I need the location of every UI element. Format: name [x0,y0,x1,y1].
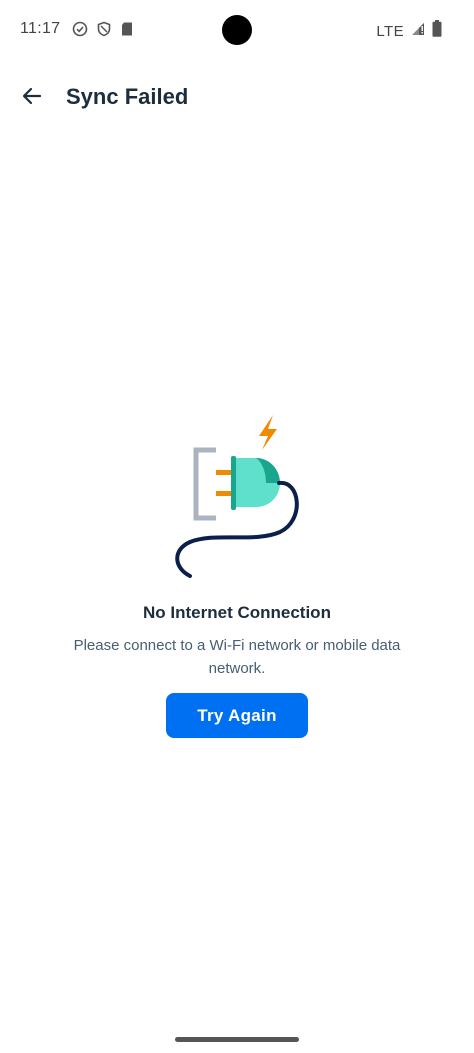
check-circle-icon [72,21,88,42]
camera-cutout [222,15,252,45]
battery-icon [432,20,442,42]
shield-icon [96,21,112,42]
status-bar: 11:17 LTE [0,0,474,60]
signal-icon [410,21,426,42]
home-indicator[interactable] [175,1037,299,1042]
empty-state-title: No Internet Connection [143,603,331,622]
status-icons-left [72,21,134,42]
page-title: Sync Failed [66,84,189,109]
app-bar: Sync Failed [0,70,474,126]
status-time: 11:17 [20,20,61,37]
sd-card-icon [120,21,134,42]
back-button[interactable] [14,80,50,116]
network-type: LTE [376,22,404,40]
status-icons-right: LTE [376,20,442,42]
arrow-left-icon [20,84,44,113]
empty-state-description: Please connect to a Wi-Fi network or mob… [73,637,401,677]
try-again-button[interactable]: Try Again [166,693,308,738]
unplugged-cable-icon [160,410,320,590]
